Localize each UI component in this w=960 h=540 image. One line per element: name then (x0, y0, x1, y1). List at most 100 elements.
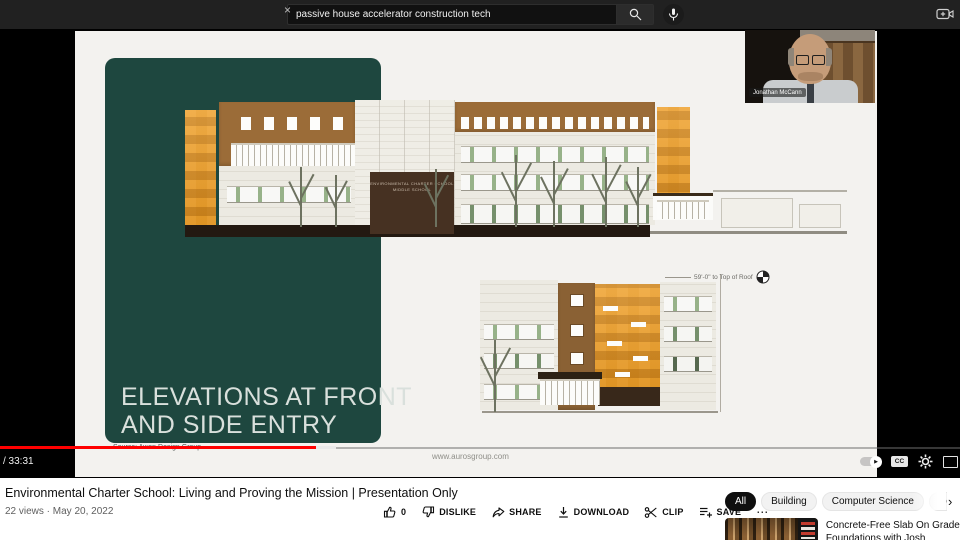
speaker-lanyard (807, 82, 814, 103)
dimension-line (720, 274, 721, 412)
filter-chip-bar: All Building Computer Science Course (725, 492, 947, 511)
search-button[interactable] (616, 4, 654, 25)
slot-window (607, 341, 622, 346)
window (571, 353, 583, 364)
search-clear-icon[interactable]: × (284, 3, 291, 17)
low-annex (713, 190, 847, 229)
miniplayer-button[interactable] (943, 456, 958, 468)
roof-annotation-text: 59'-0" to Top of Roof (694, 274, 753, 281)
play-icon: ▶ (870, 456, 882, 468)
video-player[interactable]: ENVIRONMENTAL CHARTER SCHOOL MIDDLE SCHO… (0, 29, 960, 478)
webcam-name-label: Jonathan McCann (749, 88, 806, 97)
speaker-beard (798, 72, 823, 81)
window-row (664, 356, 712, 372)
dislike-button[interactable]: DISLIKE (421, 505, 476, 519)
elevation-base-right (650, 231, 847, 234)
window-row (241, 117, 359, 130)
action-bar: 0 DISLIKE SHARE (383, 505, 768, 519)
window (571, 295, 583, 306)
cream-wall-right (455, 132, 655, 225)
glazing-strip (231, 143, 357, 167)
scissors-icon (644, 506, 658, 519)
tree-graphic (553, 161, 555, 227)
tree-graphic (300, 167, 302, 227)
speaker-face (789, 34, 831, 84)
leader-line (665, 277, 691, 278)
webcam-overlay: Jonathan McCann (745, 30, 875, 103)
create-video-icon (936, 7, 954, 21)
watch-page-body: Environmental Charter School: Living and… (0, 478, 960, 540)
search-input[interactable] (287, 4, 616, 25)
window-row (664, 296, 712, 312)
create-video-button[interactable] (936, 7, 954, 26)
masthead: × (0, 0, 960, 29)
entry-canopy (538, 372, 602, 379)
related-title-line2: Foundations with Josh Salinge (826, 532, 960, 540)
thumbnail-badge (798, 518, 818, 540)
brown-band-left (219, 102, 355, 166)
chip-computer-science[interactable]: Computer Science (822, 492, 924, 511)
like-button[interactable]: 0 (383, 505, 406, 519)
window (571, 325, 583, 336)
player-controls: ▶ CC (860, 454, 958, 469)
download-label: DOWNLOAD (574, 507, 630, 517)
glasses (796, 55, 825, 64)
front-elevation-drawing: ENVIRONMENTAL CHARTER SCHOOL MIDDLE SCHO… (185, 100, 847, 237)
slot-window (631, 322, 646, 327)
tree-graphic (637, 167, 639, 227)
slide-title-line2: AND SIDE ENTRY (121, 411, 412, 439)
tree-graphic (435, 169, 437, 227)
save-playlist-icon (699, 506, 713, 519)
speaker-hair (788, 48, 794, 66)
search-bar (287, 4, 684, 25)
side-canopy (653, 193, 713, 220)
thumbs-up-icon (383, 505, 397, 519)
autoplay-toggle[interactable]: ▶ (860, 457, 881, 466)
download-button[interactable]: DOWNLOAD (557, 506, 630, 519)
clip-label: CLIP (662, 507, 683, 517)
share-button[interactable]: SHARE (491, 506, 542, 519)
progress-buffer (316, 446, 336, 449)
related-video-item[interactable]: Concrete-Free Slab On Grade Foundations … (725, 518, 960, 540)
cream-wall (660, 282, 716, 410)
settings-gear-icon[interactable] (918, 454, 933, 469)
clip-button[interactable]: CLIP (644, 506, 683, 519)
annex-block (721, 198, 793, 228)
brown-band-right (455, 102, 655, 132)
window-row (461, 204, 649, 224)
progress-played[interactable] (0, 446, 316, 449)
related-title-line1: Concrete-Free Slab On Grade (826, 519, 960, 532)
dislike-label: DISLIKE (439, 507, 476, 517)
datum-target-icon (756, 270, 770, 284)
chip-course[interactable]: Course (929, 492, 947, 511)
youtube-page: × (0, 0, 960, 540)
tree-graphic (515, 155, 517, 227)
speaker-hair (826, 48, 832, 66)
chip-building[interactable]: Building (761, 492, 817, 511)
ground-line (482, 411, 718, 413)
chips-scroll-chevron-icon[interactable]: › (948, 494, 952, 509)
slot-window (615, 372, 630, 377)
captions-button[interactable]: CC (891, 456, 908, 467)
center-stone-block: ENVIRONMENTAL CHARTER SCHOOL MIDDLE SCHO… (355, 100, 455, 225)
voice-search-button[interactable] (663, 4, 684, 25)
related-title[interactable]: Concrete-Free Slab On Grade Foundations … (826, 518, 960, 540)
share-label: SHARE (509, 507, 542, 517)
window-row (461, 146, 649, 163)
share-arrow-icon (491, 506, 505, 519)
video-meta: 22 views · May 20, 2022 (5, 506, 113, 517)
window-row (461, 117, 649, 129)
related-thumbnail[interactable] (725, 518, 818, 540)
orange-panel-left (185, 110, 216, 225)
glazing-strip (657, 200, 709, 219)
slot-window (633, 356, 648, 361)
chip-all[interactable]: All (725, 492, 756, 511)
like-count: 0 (401, 507, 406, 517)
roof-dimension-note: 59'-0" to Top of Roof (665, 270, 770, 284)
slot-window (603, 306, 618, 311)
main-entrance: ENVIRONMENTAL CHARTER SCHOOL MIDDLE SCHO… (370, 172, 454, 234)
search-icon (629, 8, 642, 21)
storefront-glazing (540, 379, 600, 405)
orange-feature-panel (595, 284, 660, 387)
thumbs-down-icon (421, 505, 435, 519)
